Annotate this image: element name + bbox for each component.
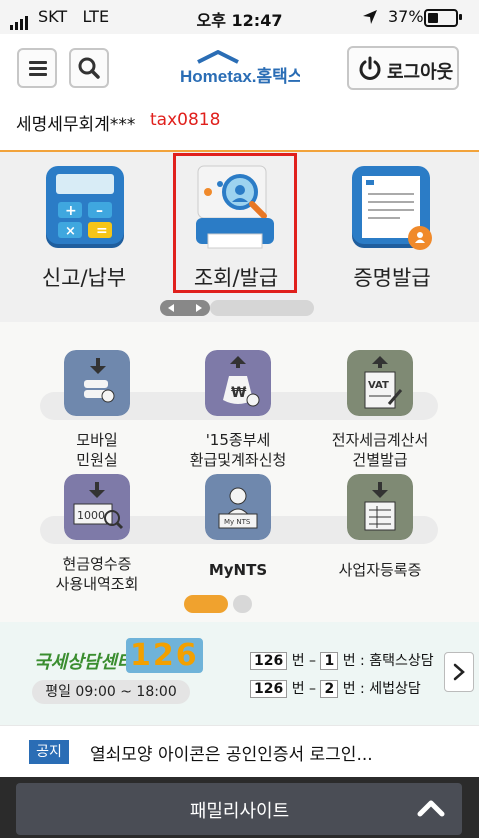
top-menu-label: 증명발급 xyxy=(353,266,431,290)
family-site-bar: 패밀리사이트 xyxy=(0,777,479,838)
vat-invoice-icon: VAT xyxy=(347,350,413,416)
user-id: tax0818 xyxy=(150,110,221,130)
service-page-indicator[interactable] xyxy=(233,595,252,613)
power-icon xyxy=(359,56,381,80)
top-menu-pager[interactable] xyxy=(160,300,210,316)
money-bag-icon: ₩ xyxy=(205,350,271,416)
service-item-mynts[interactable]: My NTS MyNTS xyxy=(163,474,313,594)
chevron-up-icon[interactable] xyxy=(416,797,446,819)
service-item-tax-refund[interactable]: ₩ '15종부세 환급및계좌신청 xyxy=(163,350,313,470)
search-button[interactable] xyxy=(69,48,109,88)
service-label: 건별발급 xyxy=(352,451,408,469)
consult-line: 126 번 – 1 번 : 홈택스상담 xyxy=(250,650,434,670)
chevron-right-icon xyxy=(453,663,465,681)
service-label: 현금영수증 xyxy=(62,555,132,573)
search-icon xyxy=(78,57,100,79)
hometax-logo[interactable]: Hometax.홈택스 xyxy=(180,50,304,90)
svg-text:–: – xyxy=(96,203,103,219)
top-menu-label: 신고/납부 xyxy=(41,266,127,290)
consult-hours: 평일 09:00 ~ 18:00 xyxy=(32,680,190,704)
service-label: 환급및계좌신청 xyxy=(189,451,287,469)
notice-text[interactable]: 열쇠모양 아이콘은 공인인증서 로그인... xyxy=(90,740,373,765)
top-menu-item-certificate[interactable]: 증명발급 xyxy=(312,164,472,304)
service-page-indicator-active[interactable] xyxy=(184,595,228,613)
top-menu-pager-track xyxy=(210,300,314,316)
consult-center-title: 국세상담센터 xyxy=(34,652,134,673)
service-label: 전자세금계산서 xyxy=(331,431,429,449)
service-label: 모바일 xyxy=(76,431,118,449)
logout-label: 로그아웃 xyxy=(387,62,454,83)
consult-line: 126 번 – 2 번 : 세법상담 xyxy=(250,678,421,698)
service-label: 사용내역조회 xyxy=(55,575,139,593)
status-bar: SKT LTE 오후 12:47 37% xyxy=(0,0,479,34)
service-label: 사업자등록증 xyxy=(338,561,422,579)
service-item-mobile-civil[interactable]: 모바일 민원실 xyxy=(22,350,172,470)
svg-text:+: + xyxy=(65,203,77,219)
highlight-box xyxy=(173,153,297,293)
mobile-civil-icon xyxy=(64,350,130,416)
top-menu-item-tax-filing[interactable]: + – × = 신고/납부 xyxy=(4,164,164,304)
service-item-business-registration[interactable]: 사업자등록증 xyxy=(305,474,455,594)
logout-button[interactable]: 로그아웃 xyxy=(347,46,459,90)
banner-next-button[interactable] xyxy=(444,652,474,692)
calculator-icon: + – × = xyxy=(46,166,124,248)
cash-receipt-icon: 1000 xyxy=(64,474,130,540)
svg-text:VAT: VAT xyxy=(368,380,389,391)
svg-text:=: = xyxy=(96,223,108,239)
battery-percent: 37% xyxy=(388,7,424,26)
consult-center-banner[interactable]: 국세상담센터 126 평일 09:00 ~ 18:00 126 번 – 1 번 … xyxy=(0,622,479,725)
notice-bar[interactable]: 공지 열쇠모양 아이콘은 공인인증서 로그인... xyxy=(0,725,479,778)
svg-text:My NTS: My NTS xyxy=(224,518,251,526)
battery-icon xyxy=(424,9,458,27)
svg-text:1000: 1000 xyxy=(77,509,105,522)
mynts-id-icon: My NTS xyxy=(205,474,271,540)
notice-badge: 공지 xyxy=(29,740,69,764)
service-label: 민원실 xyxy=(76,451,118,469)
chevron-right-icon xyxy=(196,304,202,312)
service-item-e-tax-invoice[interactable]: VAT 전자세금계산서 건별발급 xyxy=(305,350,455,470)
svg-text:₩: ₩ xyxy=(231,385,247,401)
chevron-left-icon xyxy=(168,304,174,312)
service-grid: 모바일 민원실 ₩ '15종부세 환급및계좌신청 VAT 전자세금계산서 건별발… xyxy=(0,322,479,622)
svg-text:Hometax.홈택스: Hometax.홈택스 xyxy=(180,66,300,86)
service-label: '15종부세 xyxy=(205,431,271,449)
business-registration-icon xyxy=(347,474,413,540)
menu-button[interactable] xyxy=(17,48,57,88)
location-arrow-icon xyxy=(363,10,377,24)
svg-text:×: × xyxy=(65,224,76,239)
header: Hometax.홈택스 로그아웃 세명세무회계*** tax0818 xyxy=(0,34,479,152)
consult-center-number: 126 xyxy=(126,638,203,673)
service-label: MyNTS xyxy=(208,561,268,579)
service-item-cash-receipt[interactable]: 1000 현금영수증 사용내역조회 xyxy=(22,474,172,594)
family-site-label: 패밀리사이트 xyxy=(189,801,290,822)
certificate-icon xyxy=(352,166,432,250)
user-name: 세명세무회계*** xyxy=(16,115,136,135)
